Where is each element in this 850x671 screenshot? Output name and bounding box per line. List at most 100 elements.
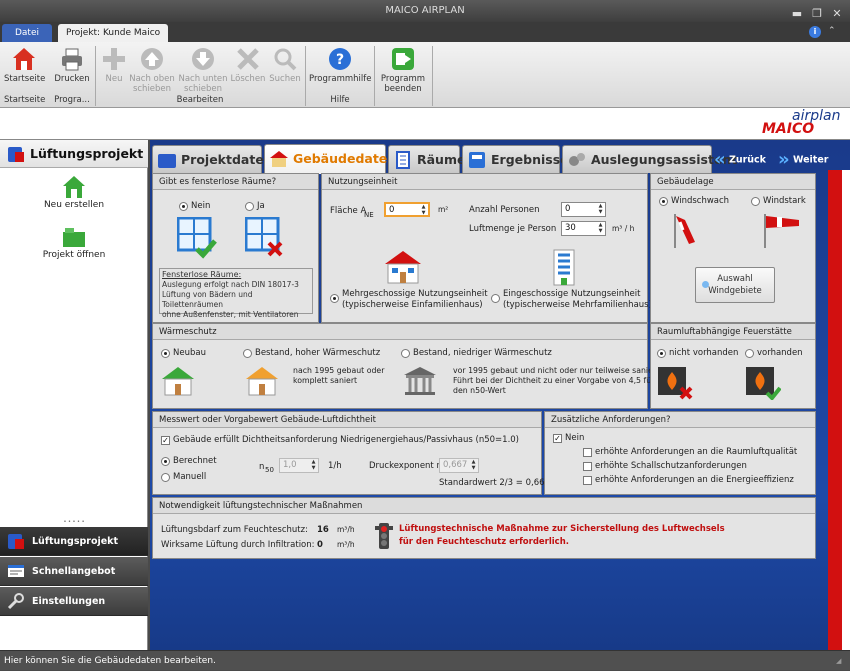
check-zusatz-nein[interactable]: ✓: [553, 434, 562, 443]
radio-feuer-nicht[interactable]: [657, 349, 666, 358]
radio-windstark[interactable]: [751, 197, 760, 206]
building-icon: [396, 151, 410, 169]
home-button[interactable]: Startseite: [4, 46, 45, 84]
left-panel: Lüftungsprojekt Neu erstellen Projekt öf…: [0, 140, 148, 650]
input-flaeche-value: 0: [389, 205, 395, 215]
exit-icon: [392, 48, 414, 70]
arrow-down-icon: [192, 48, 214, 70]
tab-projektdaten[interactable]: Projektdaten: [152, 145, 273, 173]
spin-icon[interactable]: ▲ ▼: [469, 459, 478, 472]
radio-berechnet[interactable]: [161, 457, 170, 466]
label-windstark: Windstark: [763, 196, 806, 206]
spin-icon[interactable]: ▲ ▼: [596, 222, 605, 235]
label-raumluft: erhöhte Anforderungen an die Raumluftqua…: [595, 447, 798, 457]
move-up-button[interactable]: Nach oben schieben: [128, 46, 176, 94]
spin-icon[interactable]: ▲ ▼: [596, 203, 605, 216]
panel-zusatz-title: Zusätzliche Anforderungen?: [545, 412, 815, 428]
input-personen[interactable]: 0 ▲ ▼: [561, 202, 606, 217]
info-fensterlos-title: Fensterlose Räume:: [162, 270, 242, 279]
check-dichtheit[interactable]: ✓: [161, 436, 170, 445]
tab-datei[interactable]: Datei: [2, 24, 52, 42]
open-project-action[interactable]: Projekt öffnen: [0, 224, 148, 260]
radio-bestand-niedrig[interactable]: [401, 349, 410, 358]
new-project-action[interactable]: Neu erstellen: [0, 174, 148, 210]
check-schallschutz[interactable]: [583, 462, 592, 471]
group-bearbeiten: Bearbeiten: [176, 95, 224, 105]
tab-auslegungsassistent[interactable]: Auslegungsassistent: [562, 145, 737, 173]
panel-grip[interactable]: • • • • •: [0, 520, 148, 525]
radio-manuell[interactable]: [161, 473, 170, 482]
folder-icon: [158, 154, 176, 168]
window-title: MAICO AIRPLAN: [385, 5, 465, 16]
label-eingeschossig: Eingeschossige Nutzungseinheit (typischer…: [503, 289, 652, 310]
windgebiete-label-1: Auswahl: [717, 274, 753, 284]
panel-luftdichtheit-title: Messwert oder Vorgabewert Gebäude-Luftdi…: [153, 412, 541, 428]
radio-fensterlos-ja[interactable]: [245, 202, 254, 211]
open-folder-icon: [63, 228, 85, 247]
label-neubau: Neubau: [173, 348, 206, 358]
new-house-icon: [63, 176, 85, 198]
check-energie[interactable]: [583, 476, 592, 485]
calculator-icon: [469, 152, 485, 168]
move-down-button[interactable]: Nach unten schieben: [178, 46, 228, 94]
windsock-weak-icon: [674, 214, 695, 248]
print-button[interactable]: Drucken: [52, 46, 92, 84]
tab-raeume[interactable]: Räume: [388, 145, 465, 173]
radio-windschwach[interactable]: [659, 197, 668, 206]
tab-ergebnisse[interactable]: Ergebnisse: [462, 145, 569, 173]
ribbon-divider: [432, 46, 433, 106]
fire-no-icon: [658, 367, 693, 400]
spin-icon[interactable]: ▲ ▼: [419, 204, 428, 217]
help-label: Programmhilfe: [309, 74, 372, 84]
panel-feuerstaette-title: Raumluftabhängige Feuerstätte: [651, 324, 815, 340]
print-icon: [62, 48, 82, 71]
radio-neubau[interactable]: [161, 349, 170, 358]
tab-ergebnisse-label: Ergebnisse: [491, 152, 569, 167]
input-n50[interactable]: 1,0 ▲ ▼: [279, 458, 319, 473]
tab-projekt[interactable]: Projekt: Kunde Maico: [58, 24, 169, 42]
delete-button[interactable]: Löschen: [230, 46, 266, 84]
label-windschwach: Windschwach: [671, 196, 730, 206]
nav-einstellungen[interactable]: Einstellungen: [0, 587, 148, 616]
search-button[interactable]: Suchen: [268, 46, 302, 84]
label-personen: Anzahl Personen: [469, 205, 540, 215]
group-programm: Progra...: [54, 95, 90, 105]
panel-waermeschutz: Wärmeschutz Neubau Bestand, hoher Wärmes…: [152, 323, 662, 409]
spin-icon[interactable]: ▲ ▼: [309, 459, 318, 472]
new-project-label: Neu erstellen: [43, 200, 105, 210]
radio-eingeschossig[interactable]: [491, 294, 500, 303]
unit-feuchteschutz: m³/h: [337, 525, 355, 534]
info-icon[interactable]: i: [809, 26, 821, 38]
radio-fensterlos-nein[interactable]: [179, 202, 188, 211]
renovated-building-icon: [246, 367, 278, 396]
gears-icon: [569, 153, 585, 166]
radio-mehrgeschossig[interactable]: [330, 294, 339, 303]
search-icon: [274, 48, 297, 71]
panel-notwendigkeit-title: Notwendigkeit lüftungstechnischer Maßnah…: [153, 498, 815, 514]
nav-lueftungsprojekt-label: Lüftungsprojekt: [32, 536, 119, 547]
resize-grip-icon[interactable]: ◢: [836, 656, 846, 666]
nav-lueftungsprojekt[interactable]: Lüftungsprojekt: [0, 527, 148, 556]
label-n50-sub: 50: [265, 466, 274, 474]
info-line: ohne Außenfenster, mit Ventilatoren: [162, 310, 299, 319]
brand-strip: airplan MAICO: [0, 108, 850, 140]
radio-bestand-hoch[interactable]: [243, 349, 252, 358]
brand-maico: MAICO: [762, 121, 815, 137]
exit-button[interactable]: Programm beenden: [378, 46, 428, 94]
input-flaeche[interactable]: 0 ▲ ▼: [384, 202, 430, 217]
tab-gebaeudedaten[interactable]: Gebäudedaten: [264, 144, 396, 174]
radio-feuer-vorhanden[interactable]: [745, 349, 754, 358]
nav-schnellangebot[interactable]: Schnellangebot: [0, 557, 148, 586]
back-button[interactable]: « Zurück: [714, 148, 766, 172]
collapse-ribbon-icon[interactable]: ⌃: [828, 26, 836, 36]
check-raumluft[interactable]: [583, 448, 592, 457]
help-button[interactable]: ? Programmhilfe: [309, 46, 371, 84]
input-luftmenge[interactable]: 30 ▲ ▼: [561, 221, 606, 236]
input-druckexponent[interactable]: 0,667 ▲ ▼: [439, 458, 479, 473]
windgebiete-button[interactable]: Auswahl Windgebiete: [695, 267, 775, 303]
panel-fensterlos-title: Gibt es fensterlose Räume?: [153, 174, 318, 190]
new-button[interactable]: Neu: [100, 46, 128, 84]
next-button[interactable]: » Weiter: [778, 148, 828, 172]
panel-waermeschutz-title: Wärmeschutz: [153, 324, 647, 340]
info-line: Auslegung erfolgt nach DIN 18017-3: [162, 280, 299, 289]
